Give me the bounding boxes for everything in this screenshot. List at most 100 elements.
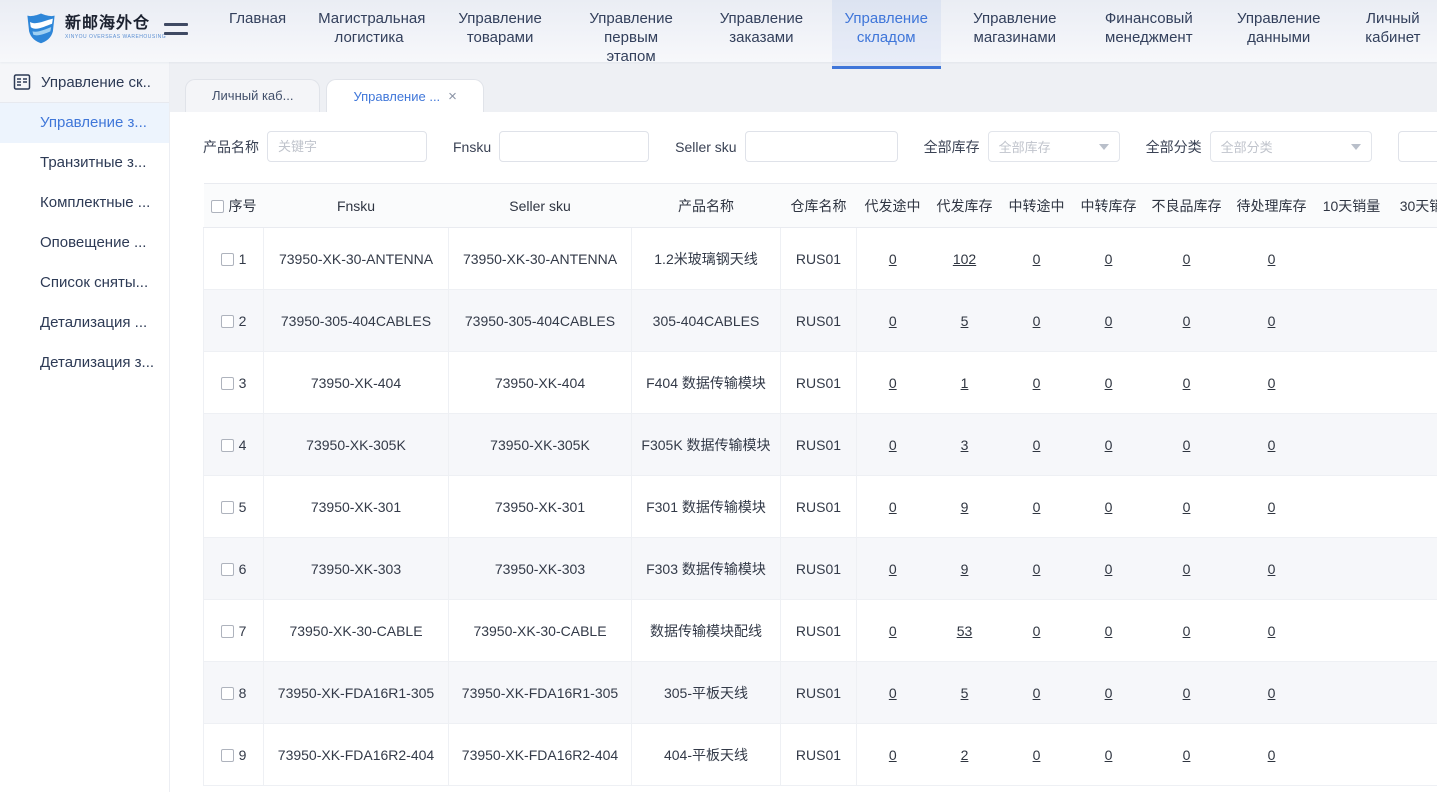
dropship-stock-link[interactable]: 53	[957, 623, 973, 639]
fnsku-cell: 73950-XK-FDA16R1-305	[264, 662, 449, 724]
transfer-transit-link[interactable]: 0	[1033, 251, 1041, 267]
transfer-transit-link[interactable]: 0	[1033, 747, 1041, 763]
collapse-menu-icon[interactable]	[164, 23, 188, 41]
nav-item-goods-management[interactable]: Управление товарами	[443, 0, 557, 69]
defective-stock-link[interactable]: 0	[1183, 499, 1191, 515]
pending-stock-link[interactable]: 0	[1268, 747, 1276, 763]
row-checkbox[interactable]	[221, 377, 234, 390]
tab-warehouse-management[interactable]: Управление ... ×	[326, 79, 483, 112]
dropship-stock-link[interactable]: 102	[953, 251, 976, 267]
sidebar-group-header[interactable]: Управление ск..	[0, 62, 169, 103]
row-checkbox[interactable]	[221, 253, 234, 266]
defective-stock-link[interactable]: 0	[1183, 437, 1191, 453]
sidebar-item-removed-list[interactable]: Список сняты...	[0, 263, 169, 303]
dropship-stock-link[interactable]: 9	[961, 499, 969, 515]
tab-close-icon[interactable]: ×	[448, 89, 457, 104]
dropship-transit-link[interactable]: 0	[889, 375, 897, 391]
extra-filter-input[interactable]	[1398, 131, 1437, 162]
sidebar: Управление ск.. Управление з... Транзитн…	[0, 62, 170, 792]
row-checkbox[interactable]	[221, 501, 234, 514]
dropship-stock-link[interactable]: 5	[961, 313, 969, 329]
dropship-transit-link[interactable]: 0	[889, 747, 897, 763]
row-index: 3	[239, 375, 247, 391]
row-checkbox[interactable]	[221, 749, 234, 762]
defective-stock-link[interactable]: 0	[1183, 375, 1191, 391]
transfer-transit-link[interactable]: 0	[1033, 561, 1041, 577]
product-name-input[interactable]	[267, 131, 427, 162]
tab-personal-cabinet[interactable]: Личный каб...	[185, 79, 320, 112]
dropship-transit-link[interactable]: 0	[889, 685, 897, 701]
defective-stock-link[interactable]: 0	[1183, 623, 1191, 639]
dropship-transit-link[interactable]: 0	[889, 499, 897, 515]
dropship-stock-link[interactable]: 9	[961, 561, 969, 577]
pending-stock-link[interactable]: 0	[1268, 499, 1276, 515]
sidebar-item-detail-1[interactable]: Детализация ...	[0, 303, 169, 343]
defective-stock-link[interactable]: 0	[1183, 747, 1191, 763]
dropship-transit-link[interactable]: 0	[889, 561, 897, 577]
row-checkbox[interactable]	[221, 687, 234, 700]
sidebar-item-stock-management[interactable]: Управление з...	[0, 103, 169, 143]
category-filter-select[interactable]: 全部分类	[1210, 131, 1372, 162]
table-row: 1 73950-XK-30-ANTENNA 73950-XK-30-ANTENN…	[204, 228, 1437, 290]
nav-item-warehouse-management[interactable]: Управление складом	[832, 0, 941, 69]
transfer-stock-link[interactable]: 0	[1105, 685, 1113, 701]
select-all-checkbox[interactable]	[211, 200, 224, 213]
defective-stock-link[interactable]: 0	[1183, 251, 1191, 267]
transfer-transit-link[interactable]: 0	[1033, 313, 1041, 329]
row-checkbox[interactable]	[221, 563, 234, 576]
transfer-stock-link[interactable]: 0	[1105, 499, 1113, 515]
transfer-stock-link[interactable]: 0	[1105, 437, 1113, 453]
pending-stock-link[interactable]: 0	[1268, 437, 1276, 453]
dropship-stock-link[interactable]: 1	[961, 375, 969, 391]
nav-item-store-management[interactable]: Управление магазинами	[955, 0, 1075, 69]
seller-sku-cell: 73950-XK-305K	[449, 414, 632, 476]
pending-stock-link[interactable]: 0	[1268, 375, 1276, 391]
sidebar-item-transit[interactable]: Транзитные з...	[0, 143, 169, 183]
sidebar-item-alerts[interactable]: Оповещение ...	[0, 223, 169, 263]
row-checkbox[interactable]	[221, 625, 234, 638]
transfer-stock-link[interactable]: 0	[1105, 561, 1113, 577]
dropship-transit-link[interactable]: 0	[889, 313, 897, 329]
fnsku-input[interactable]	[499, 131, 649, 162]
transfer-stock-link[interactable]: 0	[1105, 747, 1113, 763]
nav-item-trunk-logistics[interactable]: Магистральная логистика	[309, 0, 429, 69]
defective-stock-link[interactable]: 0	[1183, 561, 1191, 577]
dropship-transit-link[interactable]: 0	[889, 437, 897, 453]
nav-item-order-management[interactable]: Управление заказами	[705, 0, 818, 69]
transfer-transit-link[interactable]: 0	[1033, 623, 1041, 639]
nav-item-finance-management[interactable]: Финансовый менеджмент	[1089, 0, 1209, 69]
defective-stock-link[interactable]: 0	[1183, 313, 1191, 329]
pending-stock-link[interactable]: 0	[1268, 561, 1276, 577]
transfer-transit-link[interactable]: 0	[1033, 499, 1041, 515]
pending-stock-link[interactable]: 0	[1268, 313, 1276, 329]
nav-item-home[interactable]: Главная	[220, 0, 295, 69]
transfer-transit-link[interactable]: 0	[1033, 685, 1041, 701]
dropship-stock-link[interactable]: 2	[961, 747, 969, 763]
nav-item-first-stage[interactable]: Управление первым этапом	[571, 0, 691, 69]
sidebar-item-kits[interactable]: Комплектные ...	[0, 183, 169, 223]
stock-filter-select[interactable]: 全部库存	[988, 131, 1120, 162]
table-row: 3 73950-XK-404 73950-XK-404 F404 数据传输模块 …	[204, 352, 1437, 414]
nav-item-data-management[interactable]: Управление данными	[1223, 0, 1335, 69]
defective-stock-link[interactable]: 0	[1183, 685, 1191, 701]
product-name-cell: F301 数据传输模块	[632, 476, 781, 538]
pending-stock-link[interactable]: 0	[1268, 623, 1276, 639]
dropship-stock-link[interactable]: 3	[961, 437, 969, 453]
dropship-transit-link[interactable]: 0	[889, 251, 897, 267]
transfer-stock-link[interactable]: 0	[1105, 623, 1113, 639]
transfer-stock-link[interactable]: 0	[1105, 251, 1113, 267]
dropship-stock-link[interactable]: 5	[961, 685, 969, 701]
row-checkbox[interactable]	[221, 439, 234, 452]
pending-stock-link[interactable]: 0	[1268, 685, 1276, 701]
seller-sku-input[interactable]	[745, 131, 898, 162]
transfer-transit-link[interactable]: 0	[1033, 375, 1041, 391]
pending-stock-link[interactable]: 0	[1268, 251, 1276, 267]
dropship-transit-link[interactable]: 0	[889, 623, 897, 639]
transfer-stock-link[interactable]: 0	[1105, 313, 1113, 329]
nav-item-personal-cabinet[interactable]: Личный кабинет	[1349, 0, 1437, 69]
transfer-transit-link[interactable]: 0	[1033, 437, 1041, 453]
row-index: 6	[239, 561, 247, 577]
transfer-stock-link[interactable]: 0	[1105, 375, 1113, 391]
row-checkbox[interactable]	[221, 315, 234, 328]
sidebar-item-detail-2[interactable]: Детализация з...	[0, 343, 169, 383]
